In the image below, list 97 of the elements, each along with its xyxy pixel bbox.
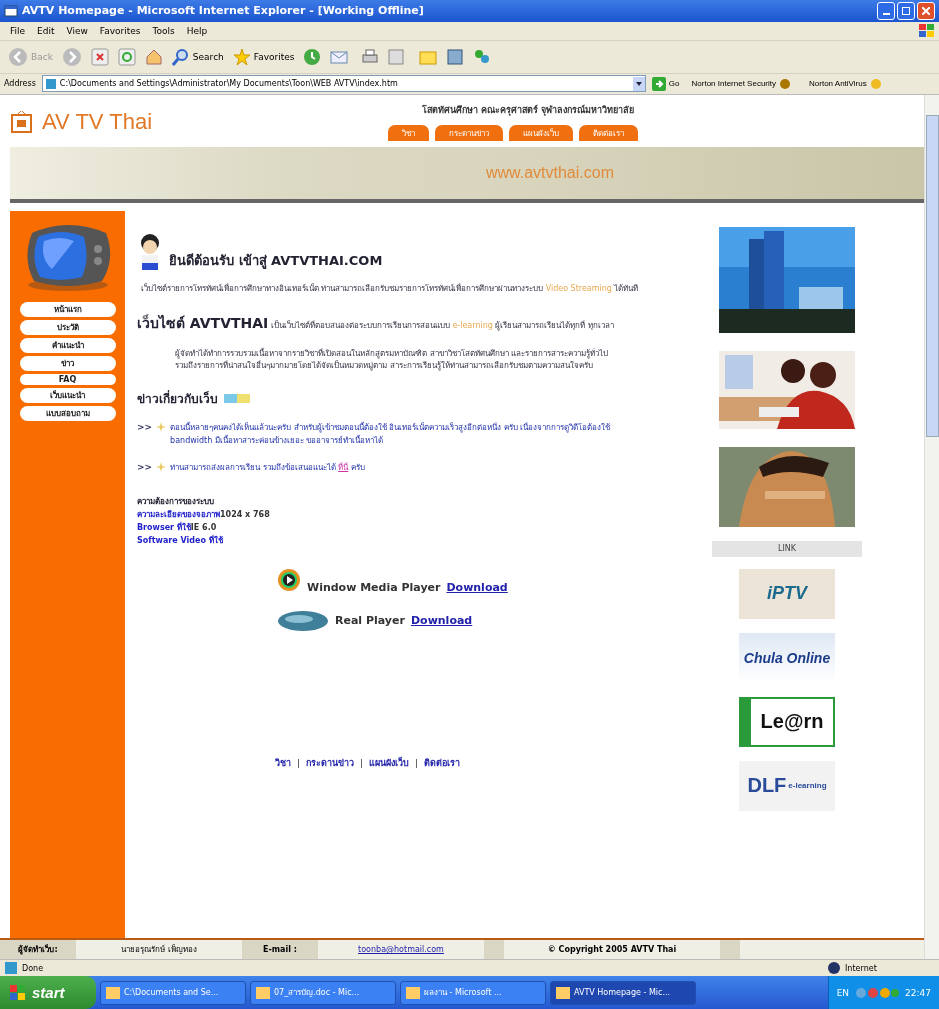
browser-icon: [4, 3, 18, 18]
news-item: ท่านสามารถส่งผลการเรียน รวมถึงข้อเสนอแนะได้ ที่นี่ ครับ: [170, 461, 642, 475]
menu-item[interactable]: Edit: [31, 25, 61, 36]
sparkle-icon: [156, 461, 167, 472]
tray-icons: [855, 985, 900, 1000]
taskbar-button[interactable]: 07_สารบัญ.doc - Mic...: [250, 980, 396, 1005]
news-bullet: >>: [137, 461, 153, 472]
norton-icon: [869, 77, 882, 90]
download-link[interactable]: Download: [410, 614, 473, 628]
star-icon: [232, 47, 251, 66]
about-paragraph: เว็บไซต์ AVTVTHAI เป็นเว็บไซต์ที่ตอบสนองต่อระบบการเรียนการสอนแบบ e-learning ผู้เรียนสามารถเรียนได้ทุกที่ ทุกเวลา: [137, 313, 615, 333]
new-badge-icon: [224, 394, 250, 404]
go-button[interactable]: Go: [651, 76, 680, 91]
link-separator: |: [360, 757, 364, 768]
news-item: ตอนนี้หลายๆคนคงได้เห็นแล้วนะครับ สำหรับผู้เข้าชมตอนนี้ต้องใช้ อินเทอร์เน็ตความเร็วสูงอีกต่อหนึ่ง ครับ เนื่องจากการดูวิดีโอต้องใช้ bandwidth มีเนื้อหาสาระค่อนข้างเยอะ ขออาจารย์ทำเนื้อหาได้: [170, 422, 612, 447]
toolbar-addon[interactable]: Norton AntiVirus: [803, 77, 888, 90]
search-button[interactable]: Search: [169, 46, 226, 67]
scroll-thumb[interactable]: [926, 114, 939, 437]
player-name: Window Media Player: [307, 580, 441, 594]
sparkle-icon: [156, 422, 167, 433]
author-label: ผู้จัดทำเว็บ:: [0, 940, 76, 960]
footer-link[interactable]: วิชา: [275, 755, 291, 770]
site-url: www.avtvthai.com: [485, 163, 614, 182]
footer-link[interactable]: แผนผังเว็บ: [369, 755, 410, 770]
address-field[interactable]: C:\Documents and Settings\Administrator\My Documents\Toon\WEB AVTV\index.htm: [41, 75, 646, 93]
go-arrow-icon: [651, 76, 666, 91]
address-label: Address: [4, 79, 36, 89]
sidebar-link[interactable]: FAQ: [19, 373, 116, 385]
author-name: นายอรุณรักษ์ เพ็ญทอง: [76, 940, 242, 960]
menu-item[interactable]: View: [60, 25, 94, 36]
real-player-icon: [277, 609, 329, 632]
maximize-button[interactable]: [897, 1, 915, 20]
page-done-icon: [4, 961, 18, 976]
email-link[interactable]: toonba@hotmail.com: [318, 940, 484, 960]
status-text: Done: [22, 963, 44, 973]
minimize-button[interactable]: [877, 1, 895, 20]
download-link[interactable]: Download: [446, 580, 508, 594]
tv-logo-icon: [10, 109, 34, 134]
partner-logo-link[interactable]: iPTV: [739, 568, 835, 619]
news-bullet: >>: [137, 422, 153, 433]
sidebar-link[interactable]: เว็บแนะนำ: [19, 387, 116, 403]
taskbar-button[interactable]: ผลงาน - Microsoft ...: [400, 980, 546, 1005]
window-title: AVTV Homepage - Microsoft Internet Explorer - [Working Offline]: [22, 4, 425, 18]
minimize-icon: [882, 12, 890, 15]
department-name: โสตทัศนศึกษา คณะครุศาสตร์ จุฬาลงกรณ์มหาวิทยาลัย: [421, 103, 634, 117]
taskbar-button[interactable]: C:\Documents and Se...: [100, 980, 246, 1005]
clock: 22:47: [905, 987, 931, 998]
copyright-text: © Copyright 2005 AVTV Thai: [484, 940, 740, 960]
news-heading: ข่าวเกี่ยวกับเว็บ: [137, 389, 218, 409]
requirement-line: Software Video ที่ใช้: [137, 534, 224, 547]
welcome-heading: ยินดีต้อนรับ เข้าสู่ AVTVTHAI.COM: [169, 251, 383, 271]
menu-item[interactable]: Tools: [146, 25, 181, 36]
menu-item[interactable]: File: [4, 25, 32, 36]
window-icon: [406, 986, 420, 999]
email-label: E-mail :: [242, 940, 318, 960]
norton-icon: [779, 77, 791, 90]
windows-logo-icon: [919, 23, 935, 38]
link-separator: |: [297, 757, 301, 768]
description-paragraph: ผู้จัดทำได้ทำการรวบรวมเนื้อหาจากรายวิชาที่เปิดสอนในหลักสูตรมหาบัณฑิต สาขาวิชาโสตทัศนศึกษา และรายการสาระความรู้ทั่วไป รวมถึงรายการที่น่าสนใจอื่นๆมากมายโดยได้จัดเป็นหมวดหมู่ตาม สาระการเรียนรู้ให้ท่านสามารถเลือกรับชมตามความสนใจครับ: [175, 347, 610, 373]
link-heading: LINK: [777, 544, 796, 554]
windows-logo-icon: [10, 984, 26, 1001]
media-player-icon: [277, 568, 301, 593]
intro-paragraph: เว็บไซต์รายการโทรทัศน์เพื่อการศึกษาทางอินเทอร์เน็ต ท่านสามารถเลือกรับชมรายการโทรทัศน์เพื่อการศึกษาผ่านทางระบบ Video Streaming ได้ทันที: [139, 282, 640, 295]
requirements-heading: ความต้องการของระบบ: [137, 495, 215, 508]
close-icon: [922, 6, 930, 15]
sidebar-link[interactable]: คำแนะนำ: [19, 337, 116, 353]
favorites-button[interactable]: Favorites: [230, 46, 297, 67]
menu-item[interactable]: Help: [180, 25, 214, 36]
maximize-icon: [902, 6, 910, 15]
globe-icon: [827, 961, 841, 976]
requirement-line: Browser ที่ใช้IE 6.0: [137, 521, 218, 534]
site-logo: AV TV Thai: [42, 108, 153, 135]
link-separator: |: [415, 757, 419, 768]
sidebar-link[interactable]: ประวัติ: [19, 319, 116, 335]
requirement-line: ความละเอียดของจอภาพ1024 x 768: [137, 508, 271, 521]
close-button[interactable]: [917, 1, 935, 20]
sidebar-link[interactable]: แบบสอบถาม: [19, 405, 116, 421]
page-icon: [44, 77, 57, 90]
menu-item[interactable]: Favorites: [93, 25, 147, 36]
window-icon: [556, 986, 570, 999]
footer-link[interactable]: ติดต่อเรา: [424, 755, 461, 770]
partner-logo-link[interactable]: Le@rn: [739, 696, 835, 747]
toolbar-addon[interactable]: Norton Internet Security: [685, 77, 797, 90]
scrollbar[interactable]: [924, 94, 939, 960]
dropdown-icon: [632, 76, 645, 91]
footer-link[interactable]: กระดานข่าว: [306, 755, 355, 770]
refresh-button[interactable]: [115, 46, 138, 67]
news-link[interactable]: ที่นี่: [338, 461, 349, 475]
window-icon: [106, 986, 120, 999]
stop-button[interactable]: [88, 46, 111, 67]
player-name: Real Player: [335, 614, 405, 628]
sidebar-link[interactable]: หน้าแรก: [19, 301, 116, 317]
search-icon: [171, 47, 190, 66]
sidebar-link[interactable]: ข่าว: [19, 355, 116, 371]
window-icon: [256, 986, 270, 999]
security-zone: Internet: [845, 963, 878, 973]
taskbar-button[interactable]: AVTV Homepage - Mic...: [550, 980, 696, 1005]
